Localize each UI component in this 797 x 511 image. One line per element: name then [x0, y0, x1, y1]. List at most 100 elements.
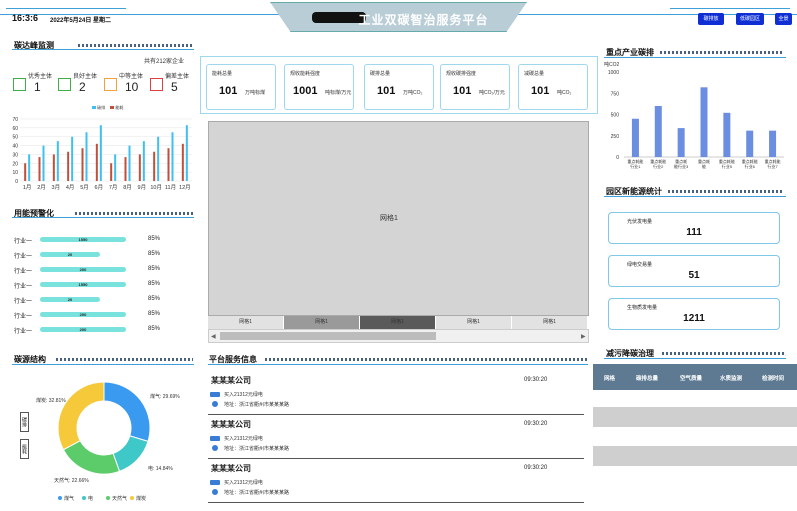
section-divider	[12, 364, 194, 365]
stat-label: 碳排总量	[370, 71, 391, 77]
usage-value: 200	[79, 267, 87, 272]
service-detail: 买入21312元绿电	[224, 436, 263, 442]
legend-label: 电	[88, 495, 93, 502]
usage-bar: 1550	[40, 237, 126, 242]
stat-value: 101	[453, 85, 472, 97]
usage-percent: 85%	[148, 311, 161, 317]
section-title-decoration	[265, 358, 587, 361]
usage-percent: 85%	[148, 281, 161, 287]
usage-bar: 1550	[40, 282, 126, 287]
service-time: 09:30:20	[524, 421, 548, 427]
table-column-header: 检测时间	[762, 376, 785, 382]
grid-map-view[interactable]	[208, 121, 589, 316]
nav-button-carbon[interactable]: 碳排放	[698, 13, 724, 25]
y-tick-label: 30	[12, 152, 18, 158]
stat-value: 101	[531, 85, 550, 97]
industry-bar-chart: 吨CO202505007501000重点耗能行业1重点耗能行业2重点耗能行业3重…	[604, 61, 784, 169]
grid-tab[interactable]: 网格1	[360, 316, 436, 329]
grid-tab[interactable]: 网格1	[208, 316, 284, 329]
nav-button-park[interactable]: 低碳园区	[736, 13, 764, 25]
energy-value: 1211	[683, 313, 705, 324]
legend-swatch	[130, 496, 134, 500]
y-tick-label: 50	[12, 135, 18, 141]
list-item[interactable]: 某某某公司 09:30:20 买入21312元绿电 地址：浙江省衢州市某某某路	[208, 417, 584, 459]
toggle-energy-button[interactable]: 能耗	[20, 439, 29, 459]
energy-value: 51	[688, 270, 700, 281]
grid-tab[interactable]: 网格1	[284, 316, 360, 329]
usage-value: 200	[79, 327, 87, 332]
list-item[interactable]: 某某某公司 09:30:20 买入21312元绿电 地址：浙江省衢州市某某某路	[208, 461, 584, 503]
x-tick-label: 能	[702, 163, 706, 169]
usage-value: 1550	[78, 282, 88, 287]
scroll-left-icon[interactable]: ◀	[211, 333, 216, 340]
section-divider	[604, 196, 786, 197]
pie-label: 煤炭: 32.81%	[36, 397, 66, 404]
legend-swatch-energy	[110, 106, 115, 109]
stat-unit: 万吨CO₂	[403, 90, 423, 96]
legend-swatch-carbon	[92, 106, 96, 109]
energy-card: 光伏发电量 111	[608, 212, 780, 244]
pie-slice-煤炭	[57, 381, 105, 451]
industry-bar	[746, 130, 754, 157]
stat-card: 能耗总量 101 万吨标煤	[206, 64, 276, 110]
industry-label: 行业一	[14, 269, 33, 275]
legend-swatch	[106, 496, 110, 500]
industry-label: 行业一	[14, 254, 33, 260]
location-icon	[212, 401, 218, 407]
service-address: 地址：浙江省衢州市某某某路	[224, 490, 290, 496]
grid-tab[interactable]: 网格1	[512, 316, 588, 329]
header-accent-left	[6, 8, 126, 9]
category-label: 良好主体	[73, 74, 98, 80]
section-divider	[604, 57, 786, 58]
y-tick-label: 0	[616, 155, 619, 161]
bar-能耗	[38, 157, 41, 181]
stat-unit: 吨标煤/万元	[325, 90, 352, 96]
legend-label-carbon: 碳排	[97, 105, 106, 110]
stat-label: 能耗总量	[212, 71, 233, 77]
table-column-header: 水质监测	[720, 376, 743, 382]
table-row[interactable]	[593, 407, 797, 427]
x-tick-label: 行业7	[767, 163, 778, 169]
service-detail: 买入21312元绿电	[224, 392, 263, 398]
usage-bar: 20	[40, 252, 100, 257]
service-time: 09:30:20	[524, 465, 548, 471]
usage-bar: 200	[40, 327, 126, 332]
grid-tab[interactable]: 网格1	[436, 316, 512, 329]
usage-value: 20	[67, 252, 73, 257]
nav-button-panorama[interactable]: 全景	[775, 13, 792, 25]
clock-date: 2022年5月24日 星期二	[50, 18, 112, 24]
category-icon	[150, 78, 163, 91]
bar-能耗	[81, 148, 84, 181]
usage-value: 200	[79, 312, 87, 317]
carbon-source-donut: 煤气: 29.69% 电: 14.84% 天然气: 22.66% 煤炭: 32.81%…	[36, 381, 180, 502]
bar-碳排	[114, 154, 117, 181]
y-tick-label: 750	[611, 91, 620, 97]
bar-碳排	[42, 145, 45, 181]
section-title-decoration	[78, 44, 193, 47]
scrollbar-thumb[interactable]	[220, 332, 436, 340]
stat-value: 101	[219, 85, 238, 97]
scroll-right-icon[interactable]: ▶	[581, 333, 586, 340]
stat-card: 碳排总量 101 万吨CO₂	[364, 64, 434, 110]
y-tick-label: 0	[15, 179, 18, 185]
x-tick-label: 10月	[150, 184, 162, 191]
x-tick-label: 4月	[66, 184, 75, 191]
stat-label: 规收能耗强度	[290, 71, 321, 77]
bar-碳排	[185, 125, 188, 181]
clock-time: 16:3:6	[12, 13, 39, 23]
pie-slice-煤气	[103, 381, 151, 442]
stat-label: 减碳总量	[524, 71, 545, 77]
x-tick-label: 1月	[23, 184, 32, 191]
bar-能耗	[67, 151, 70, 181]
x-tick-label: 能行业3	[674, 163, 689, 169]
industry-label: 行业一	[14, 299, 33, 305]
x-tick-label: 行业5	[722, 163, 733, 169]
category-count: 10	[125, 80, 139, 94]
service-detail: 买入21312元绿电	[224, 480, 263, 486]
stat-value: 101	[377, 85, 396, 97]
industry-label: 行业一	[14, 314, 33, 320]
toggle-carbon-button[interactable]: 碳排	[20, 412, 29, 432]
table-row[interactable]	[593, 446, 797, 466]
category-count: 1	[34, 80, 41, 94]
list-item[interactable]: 某某某公司 09:30:20 买入21312元绿电 地址：浙江省衢州市某某某路	[208, 373, 584, 415]
